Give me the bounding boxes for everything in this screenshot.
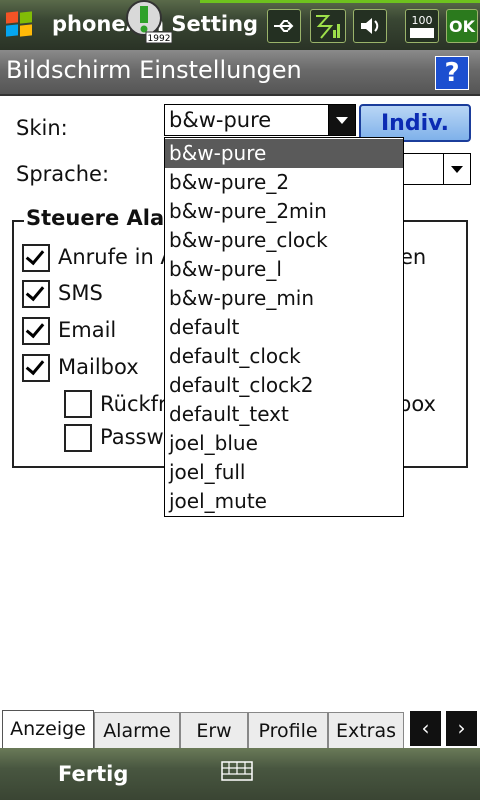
notification-icon[interactable]: 1992: [120, 0, 172, 44]
dropdown-option[interactable]: default_text: [165, 400, 403, 429]
dropdown-option[interactable]: b&w-pure_min: [165, 284, 403, 313]
group-title: Steuere Ala: [24, 206, 167, 230]
checkbox-calls-label: Anrufe in A: [58, 245, 175, 269]
usb-icon[interactable]: [267, 9, 301, 43]
chevron-down-icon[interactable]: [328, 105, 355, 135]
tab-extras[interactable]: Extras: [328, 712, 404, 748]
dropdown-option[interactable]: b&w-pure: [165, 139, 403, 168]
tab-prev-icon[interactable]: ‹: [410, 711, 441, 746]
checkbox-calls[interactable]: [22, 244, 50, 272]
keyboard-icon[interactable]: [221, 761, 253, 781]
chevron-down-icon[interactable]: [443, 154, 470, 184]
skin-label: Skin:: [16, 116, 68, 140]
battery-level-label: 100: [411, 14, 433, 27]
status-bar: phoneA n Setting 1992 100 OK: [0, 0, 480, 50]
dropdown-option[interactable]: default_clock2: [165, 371, 403, 400]
skin-select-value: b&w-pure: [169, 108, 272, 132]
dropdown-option[interactable]: default_clock: [165, 342, 403, 371]
volume-icon[interactable]: [353, 9, 387, 43]
checkbox-sms-label: SMS: [58, 281, 103, 305]
checkbox-sms[interactable]: [22, 280, 50, 308]
status-accent-strip: [200, 0, 480, 3]
dropdown-option[interactable]: b&w-pure_2min: [165, 197, 403, 226]
tab-profile[interactable]: Profile: [248, 712, 328, 748]
notification-count: 1992: [148, 34, 171, 44]
windows-start-icon[interactable]: [6, 11, 34, 38]
tab-alarme[interactable]: Alarme: [94, 712, 180, 748]
title-bar: Bildschirm Einstellungen ?: [0, 50, 480, 96]
skin-dropdown-list[interactable]: b&w-pure b&w-pure_2 b&w-pure_2min b&w-pu…: [164, 137, 404, 517]
ok-button[interactable]: OK: [446, 9, 478, 43]
tab-next-icon[interactable]: ›: [446, 711, 477, 746]
signal-icon[interactable]: [310, 9, 346, 43]
help-button[interactable]: ?: [435, 56, 469, 90]
dropdown-option[interactable]: b&w-pure_2: [165, 168, 403, 197]
tab-erw[interactable]: Erw: [180, 712, 248, 748]
checkbox-rueckfrage-label: Rückfr: [100, 392, 167, 416]
done-softkey[interactable]: Fertig: [58, 762, 128, 786]
battery-icon[interactable]: 100: [405, 9, 439, 43]
checkbox-rueckfrage[interactable]: [64, 390, 92, 418]
checkbox-email-label: Email: [58, 318, 117, 342]
softkey-bar: Fertig: [0, 748, 480, 800]
language-label: Sprache:: [16, 162, 110, 186]
tab-anzeige[interactable]: Anzeige: [2, 710, 94, 748]
dropdown-option[interactable]: b&w-pure_l: [165, 255, 403, 284]
checkbox-email[interactable]: [22, 317, 50, 345]
skin-select[interactable]: b&w-pure: [164, 104, 356, 136]
dropdown-option[interactable]: joel_mute: [165, 487, 403, 516]
checkbox-password-label: Passw: [100, 425, 164, 449]
dropdown-option[interactable]: joel_blue: [165, 429, 403, 458]
checkbox-mailbox[interactable]: [22, 354, 50, 382]
checkbox-password[interactable]: [64, 424, 92, 452]
checkbox-mailbox-label: Mailbox: [58, 355, 139, 379]
page-title: Bildschirm Einstellungen: [6, 56, 302, 84]
dropdown-option[interactable]: b&w-pure_clock: [165, 226, 403, 255]
dropdown-option[interactable]: default: [165, 313, 403, 342]
dropdown-option[interactable]: joel_full: [165, 458, 403, 487]
